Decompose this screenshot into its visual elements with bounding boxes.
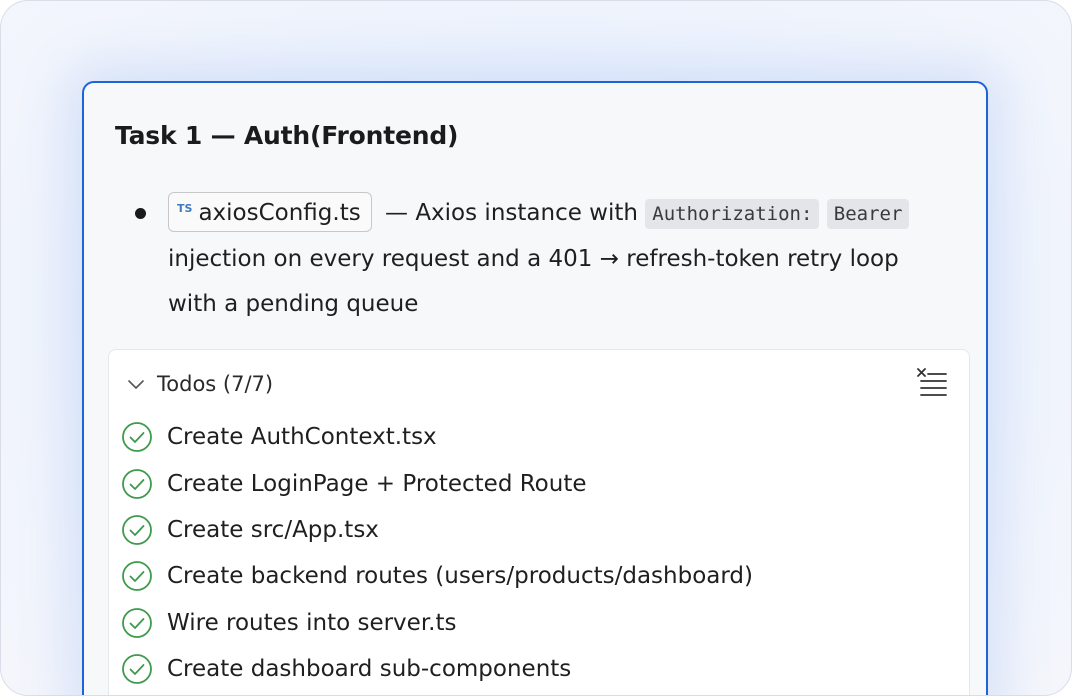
check-circle-icon [122,654,152,685]
typescript-file-icon: TS [177,201,193,215]
check-circle-icon [122,422,152,453]
todo-label: Wire routes into server.ts [167,609,457,636]
check-circle-icon [122,515,152,545]
description-text: — Axios instance with [377,200,646,226]
check-circle-icon [122,468,152,499]
bullet-point [135,208,146,219]
todo-label: Create backend routes (users/products/da… [167,563,753,590]
inline-code-authorization: Authorization: [645,199,820,229]
todo-label: Create src/App.tsx [167,516,379,543]
chevron-down-icon [128,380,144,389]
description-text-continued: injection on every request and a 401 → r… [168,246,899,317]
check-circle-icon [122,607,152,638]
window-frame: Task 1 — Auth(Frontend) TS axiosConfig.ts… [0,0,1072,696]
file-chip-axiosconfig[interactable]: TS axiosConfig.ts [168,191,372,232]
file-chip-label: axiosConfig.ts [198,199,361,226]
todo-label: Create AuthContext.tsx [167,424,437,451]
todo-item[interactable]: Create dashboard sub-components [121,646,753,692]
todo-item[interactable]: Wire routes into server.ts [121,600,753,646]
todo-item[interactable]: Create backend routes (users/products/da… [121,553,753,599]
todo-item[interactable]: Create AuthContext.tsx [121,414,753,460]
task-card: Task 1 — Auth(Frontend) TS axiosConfig.ts… [82,81,988,695]
todos-title: Todos (7/7) [157,372,274,396]
todo-item[interactable]: Create LoginPage + Protected Route [121,460,753,506]
todo-label: Create dashboard sub-components [167,656,572,683]
clear-list-icon[interactable] [915,366,949,400]
todo-list: Create AuthContext.tsx Create LoginPage … [121,414,753,692]
todos-toggle[interactable]: Todos (7/7) [125,366,273,402]
check-circle-icon [122,561,152,592]
todo-label: Create LoginPage + Protected Route [167,470,587,497]
task-title: Task 1 — Auth(Frontend) [115,121,459,150]
todos-panel: Todos (7/7) Create AuthContext.tsx Creat… [108,349,970,695]
task-description: TS axiosConfig.ts — Axios instance with A… [168,191,938,327]
inline-code-bearer: Bearer [826,199,910,229]
todo-item[interactable]: Create src/App.tsx [121,507,753,553]
